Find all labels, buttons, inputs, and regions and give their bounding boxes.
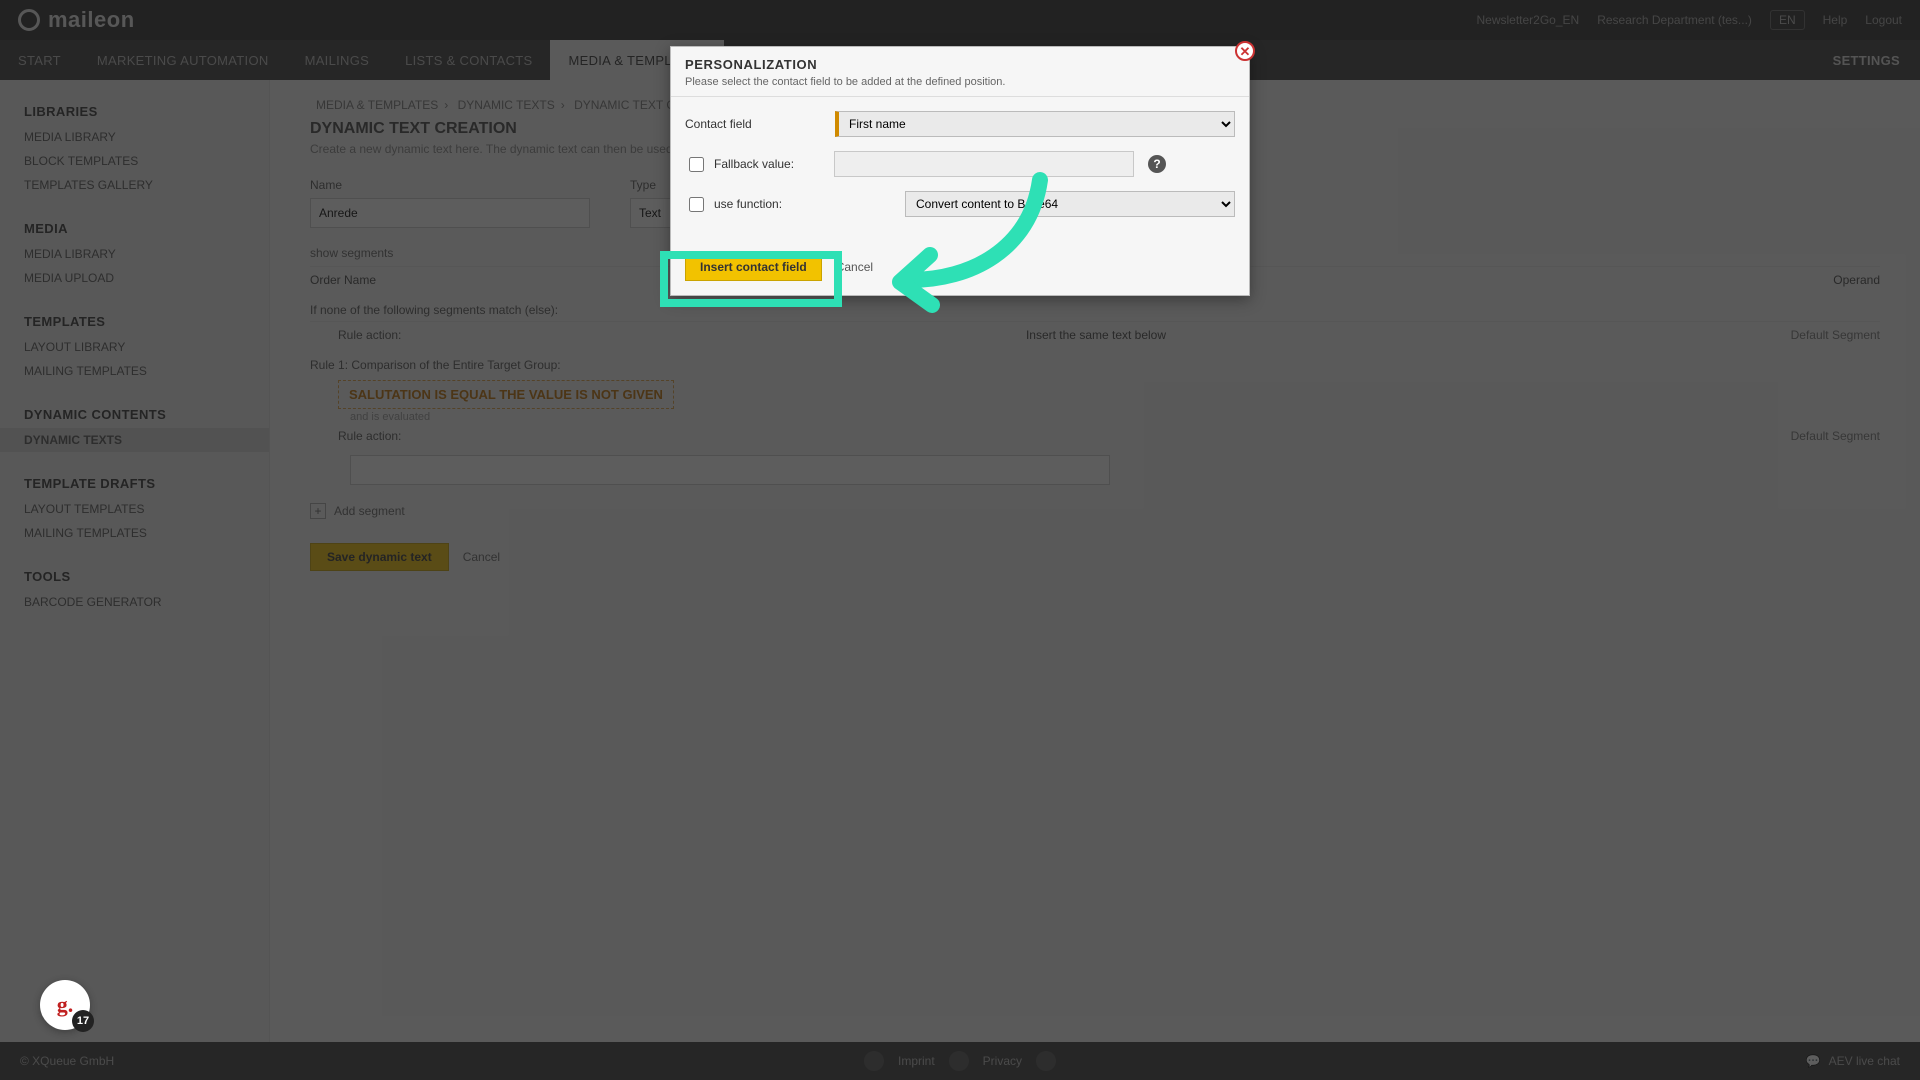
modal-subtitle: Please select the contact field to be ad…	[685, 76, 1235, 88]
fallback-label: Fallback value:	[714, 157, 834, 171]
contact-field-label: Contact field	[685, 117, 835, 131]
modal-body: Contact field First name Fallback value:…	[671, 97, 1249, 245]
widget-glyph: g.	[57, 992, 74, 1018]
personalization-modal: ✕ PERSONALIZATION Please select the cont…	[670, 46, 1250, 296]
insert-contact-field-button[interactable]: Insert contact field	[685, 253, 822, 281]
function-checkbox[interactable]	[689, 197, 704, 212]
fallback-row: Fallback value: ?	[685, 151, 1235, 177]
close-icon[interactable]: ✕	[1235, 41, 1255, 61]
modal-title: PERSONALIZATION	[685, 57, 1235, 72]
widget-badge: 17	[72, 1010, 94, 1032]
modal-footer: Insert contact field Cancel	[671, 245, 1249, 295]
fallback-input[interactable]	[834, 151, 1134, 177]
modal-cancel-link[interactable]: Cancel	[836, 260, 873, 274]
contact-field-select[interactable]: First name	[835, 111, 1235, 137]
function-label: use function:	[714, 197, 834, 211]
function-row: use function: Convert content to Base64	[685, 191, 1235, 217]
help-icon[interactable]: ?	[1148, 155, 1166, 173]
fallback-checkbox[interactable]	[689, 157, 704, 172]
function-select[interactable]: Convert content to Base64	[905, 191, 1235, 217]
modal-header: PERSONALIZATION Please select the contac…	[671, 47, 1249, 97]
contact-field-row: Contact field First name	[685, 111, 1235, 137]
help-widget[interactable]: g. 17	[40, 980, 90, 1030]
